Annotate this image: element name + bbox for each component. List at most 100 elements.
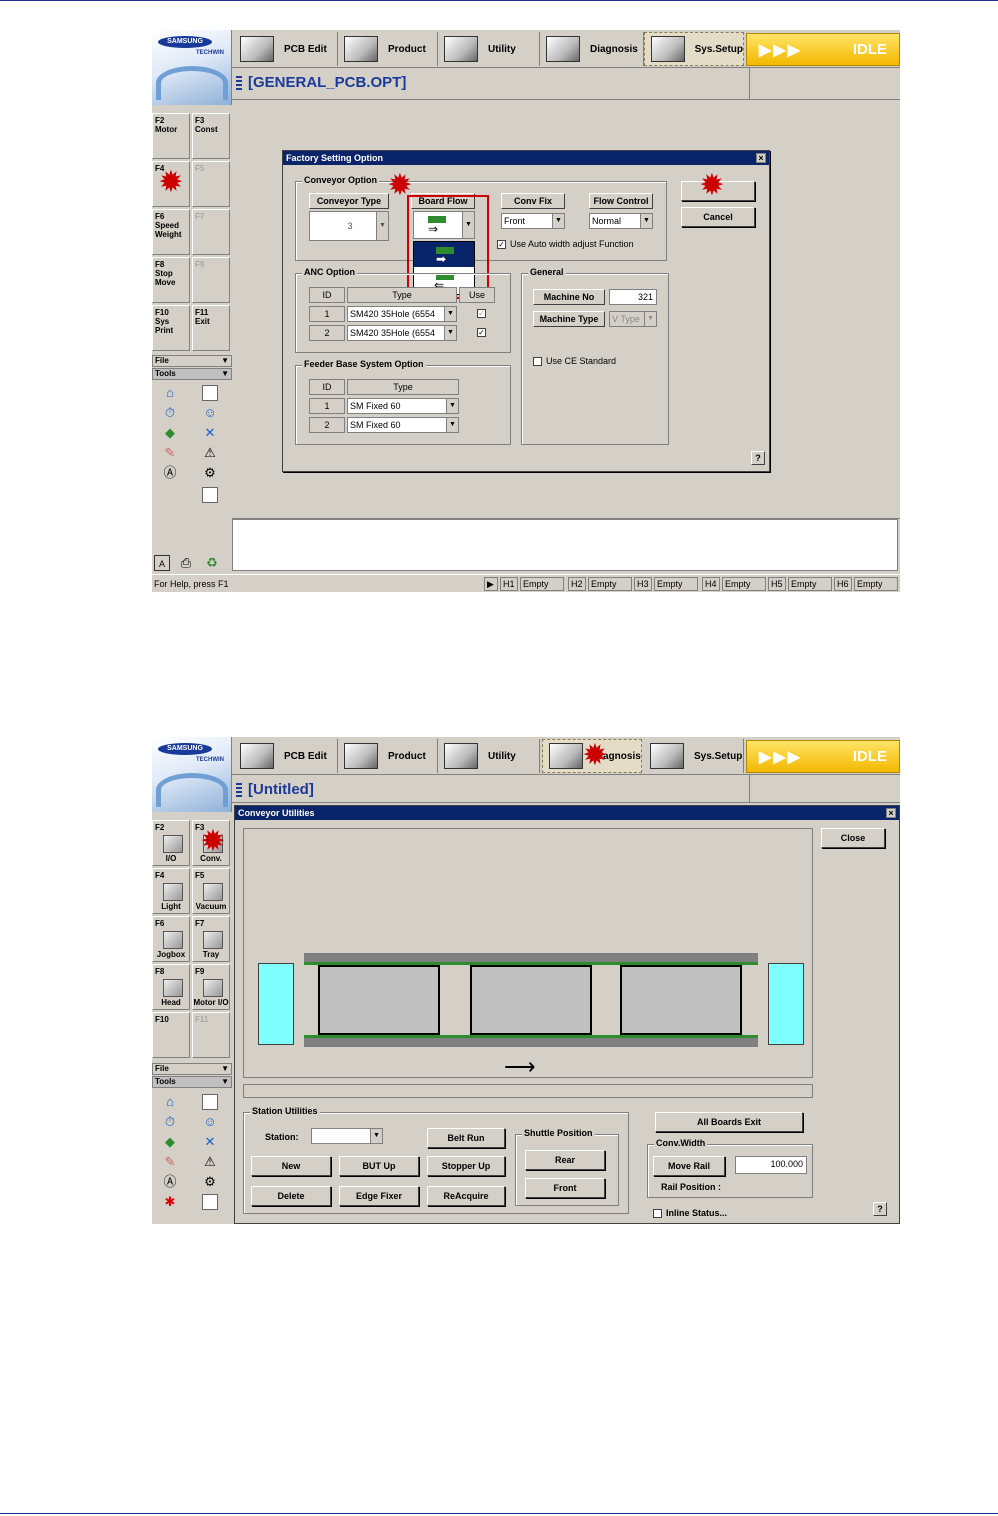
flow-control-select[interactable]: Normal ▼ bbox=[589, 213, 653, 229]
front-button[interactable]: Front bbox=[525, 1178, 605, 1198]
board-icon[interactable]: ◆ bbox=[162, 1134, 178, 1150]
timer-icon[interactable]: ⏱ bbox=[162, 1114, 178, 1130]
operator-icon[interactable]: ☺ bbox=[202, 1114, 218, 1130]
fkey-f2-io[interactable]: F2 I/O bbox=[152, 820, 190, 866]
station-select[interactable]: ▼ bbox=[311, 1128, 383, 1144]
feeder-icon[interactable]: ✎ bbox=[162, 445, 178, 461]
conv-fix-select[interactable]: Front ▼ bbox=[501, 213, 565, 229]
calendar-icon[interactable] bbox=[202, 385, 218, 401]
anc-row-1-use-checkbox[interactable]: ✓ bbox=[477, 309, 490, 318]
all-boards-exit-button[interactable]: All Boards Exit bbox=[655, 1112, 803, 1132]
help-button[interactable]: ? bbox=[873, 1202, 887, 1216]
delete-button[interactable]: Delete bbox=[251, 1186, 331, 1206]
fkey-f10[interactable]: F10 bbox=[152, 1012, 190, 1058]
fkey-f5-vacuum[interactable]: F5 Vacuum bbox=[192, 868, 230, 914]
fkey-f6-speed-weight[interactable]: F6 Speed Weight bbox=[152, 209, 190, 255]
machine-no-input[interactable]: 321 bbox=[609, 289, 657, 305]
rail-width-input[interactable]: 100.000 bbox=[735, 1156, 807, 1174]
utility-button[interactable]: Utility bbox=[438, 739, 540, 773]
tools-menu[interactable]: Tools bbox=[152, 368, 232, 380]
fkey-f9-motor-io[interactable]: F9 Motor I/O bbox=[192, 964, 230, 1010]
fkey-f6-jogbox[interactable]: F6 Jogbox bbox=[152, 916, 190, 962]
fkey-f3-const[interactable]: F3 Const bbox=[192, 113, 230, 159]
anc-row-2-use-checkbox[interactable]: ✓ bbox=[477, 328, 490, 337]
tray-icon bbox=[203, 931, 223, 949]
motor-io-icon bbox=[203, 979, 223, 997]
fkey-f11: F11 bbox=[192, 1012, 230, 1058]
nozzle-icon[interactable]: ⚙ bbox=[202, 1174, 218, 1190]
io-icon bbox=[163, 835, 183, 853]
inline-status-checkbox[interactable]: Inline Status... bbox=[653, 1208, 727, 1218]
machine-no-label: Machine No bbox=[533, 289, 605, 305]
help-button[interactable]: ? bbox=[751, 451, 765, 465]
feeder-row-2-type[interactable]: SM Fixed 60 ▼ bbox=[347, 417, 459, 433]
file-menu[interactable]: File bbox=[152, 1063, 232, 1075]
fkey-f7-tray[interactable]: F7 Tray bbox=[192, 916, 230, 962]
machine-type-select[interactable]: V Type ▼ bbox=[609, 311, 657, 327]
operator-icon[interactable]: ☺ bbox=[202, 405, 218, 421]
move-rail-button[interactable]: Move Rail bbox=[653, 1156, 725, 1176]
board-icon[interactable]: ◆ bbox=[162, 425, 178, 441]
fkey-f11-exit[interactable]: F11 Exit bbox=[192, 305, 230, 351]
feeder-icon[interactable]: ✎ bbox=[162, 1154, 178, 1170]
user-a-icon[interactable]: Ⓐ bbox=[162, 465, 178, 481]
settings-panel-icon[interactable] bbox=[202, 487, 218, 503]
axis-icon[interactable]: ✕ bbox=[202, 1134, 218, 1150]
but-up-button[interactable]: BUT Up bbox=[339, 1156, 419, 1176]
nozzle-icon[interactable]: ⚙ bbox=[202, 465, 218, 481]
printer-icon[interactable]: ⎙ bbox=[178, 555, 194, 571]
conveyor-type-select[interactable]: 3 ▼ bbox=[309, 211, 389, 241]
auto-width-checkbox[interactable]: ✓ Use Auto width adjust Function bbox=[497, 239, 634, 249]
warning-icon[interactable]: ⚠ bbox=[202, 1154, 218, 1170]
head-h4-label: H4 bbox=[702, 577, 720, 591]
fkey-f2-motor[interactable]: F2 Motor bbox=[152, 113, 190, 159]
settings-panel-icon[interactable] bbox=[202, 1194, 218, 1210]
utility-button[interactable]: Utility bbox=[438, 32, 540, 66]
reacquire-button[interactable]: ReAcquire bbox=[427, 1186, 505, 1206]
feeder-row-1-type[interactable]: SM Fixed 60 ▼ bbox=[347, 398, 459, 414]
anc-row-1-type[interactable]: SM420 35Hole (6554 ▼ bbox=[347, 306, 457, 322]
anc-row-2-type[interactable]: SM420 35Hole (6554 ▼ bbox=[347, 325, 457, 341]
home-icon[interactable]: ⌂ bbox=[162, 385, 178, 401]
stopper-up-button[interactable]: Stopper Up bbox=[427, 1156, 505, 1176]
recycle-icon[interactable]: ♻ bbox=[204, 555, 220, 571]
error-icon[interactable]: ✱ bbox=[162, 1194, 178, 1210]
edge-fixer-button[interactable]: Edge Fixer bbox=[339, 1186, 419, 1206]
sys-setup-button[interactable]: Sys.Setup bbox=[644, 32, 744, 66]
new-button[interactable]: New bbox=[251, 1156, 331, 1176]
axis-icon[interactable]: ✕ bbox=[202, 425, 218, 441]
play-icon[interactable]: ▶ bbox=[484, 577, 498, 591]
home-icon[interactable]: ⌂ bbox=[162, 1094, 178, 1110]
product-button[interactable]: Product bbox=[338, 739, 438, 773]
document-title: [Untitled] bbox=[248, 781, 314, 798]
rear-button[interactable]: Rear bbox=[525, 1150, 605, 1170]
utility-icon bbox=[444, 36, 478, 62]
pcb-edit-button[interactable]: PCB Edit bbox=[234, 32, 338, 66]
close-icon[interactable]: × bbox=[756, 153, 766, 163]
language-icon[interactable]: A bbox=[154, 555, 170, 571]
sys-setup-icon bbox=[651, 36, 685, 62]
tools-menu[interactable]: Tools bbox=[152, 1076, 232, 1088]
ce-standard-checkbox[interactable]: Use CE Standard bbox=[533, 356, 616, 366]
head-h4-status: Empty bbox=[722, 577, 766, 591]
sys-setup-button[interactable]: Sys.Setup bbox=[644, 739, 744, 773]
file-menu[interactable]: File bbox=[152, 355, 232, 367]
fkey-f8-stop-move[interactable]: F8 Stop Move bbox=[152, 257, 190, 303]
close-button[interactable]: Close bbox=[821, 828, 885, 848]
cancel-button[interactable]: Cancel bbox=[681, 207, 755, 227]
close-icon[interactable]: × bbox=[886, 808, 896, 818]
pcb-edit-button[interactable]: PCB Edit bbox=[234, 739, 338, 773]
fkey-f8-head[interactable]: F8 Head bbox=[152, 964, 190, 1010]
fkey-f10-sys-print[interactable]: F10 Sys Print bbox=[152, 305, 190, 351]
timer-icon[interactable]: ⏱ bbox=[162, 405, 178, 421]
user-a-icon[interactable]: Ⓐ bbox=[162, 1174, 178, 1190]
calendar-icon[interactable] bbox=[202, 1094, 218, 1110]
fkey-f4-light[interactable]: F4 Light bbox=[152, 868, 190, 914]
belt-run-button[interactable]: Belt Run bbox=[427, 1128, 505, 1148]
head-h1-label: H1 bbox=[500, 577, 518, 591]
anc-row-1-id: 1 bbox=[309, 306, 345, 322]
head-h2-label: H2 bbox=[568, 577, 586, 591]
warning-icon[interactable]: ⚠ bbox=[202, 445, 218, 461]
product-button[interactable]: Product bbox=[338, 32, 438, 66]
diagnosis-button[interactable]: Diagnosis bbox=[540, 32, 644, 66]
